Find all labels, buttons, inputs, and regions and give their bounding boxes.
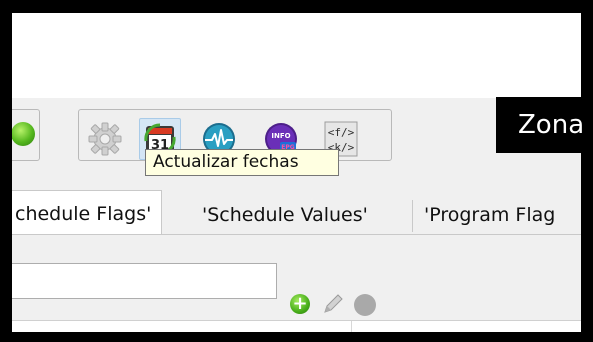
grid-column-divider bbox=[351, 321, 352, 332]
code-top: <f/> bbox=[328, 126, 355, 139]
tab-program-flags[interactable]: 'Program Flag bbox=[418, 195, 561, 235]
green-circle-icon[interactable] bbox=[12, 122, 35, 146]
add-green-icon[interactable]: + bbox=[290, 294, 310, 314]
tooltip-update-dates: Actualizar fechas bbox=[145, 149, 339, 176]
data-grid bbox=[12, 320, 581, 332]
tab-separator bbox=[412, 200, 413, 232]
pencil-icon bbox=[324, 294, 343, 313]
filter-input[interactable] bbox=[12, 263, 277, 299]
toolbar-group-left bbox=[12, 109, 40, 161]
edit-button[interactable] bbox=[320, 291, 346, 317]
gear-icon bbox=[88, 122, 122, 156]
delete-grey-icon[interactable] bbox=[354, 294, 376, 316]
tab-schedule-values[interactable]: 'Schedule Values' bbox=[196, 195, 374, 235]
settings-button[interactable] bbox=[85, 119, 125, 159]
content-area: + bbox=[12, 235, 581, 332]
tab-bar: chedule Flags' 'Schedule Values' 'Progra… bbox=[12, 190, 581, 237]
info-label: INFO bbox=[271, 132, 290, 140]
tab-schedule-flags[interactable]: chedule Flags' bbox=[12, 190, 163, 237]
header-area bbox=[12, 13, 581, 98]
zona-label: Zona bbox=[496, 97, 586, 153]
